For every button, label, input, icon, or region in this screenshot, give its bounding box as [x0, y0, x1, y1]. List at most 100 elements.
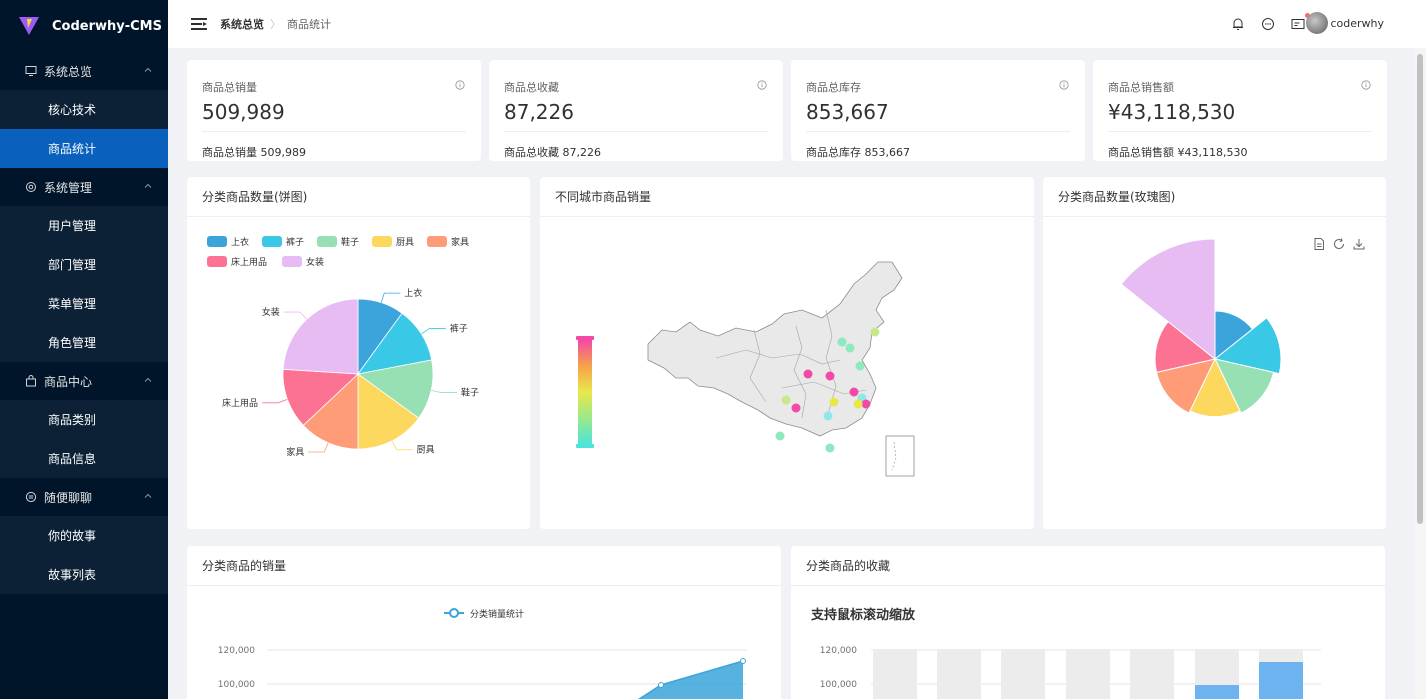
sidebar-item-departments[interactable]: 部门管理: [0, 245, 168, 284]
legend-swatch: [207, 256, 227, 267]
chevron-up-icon: [144, 183, 152, 188]
chevron-up-icon: [144, 67, 152, 72]
legend-label: 分类销量统计: [470, 608, 524, 620]
pie-slice: [282, 298, 359, 375]
scrollbar-thumb[interactable]: [1417, 54, 1423, 524]
page-scrollbar[interactable]: [1414, 48, 1426, 699]
goods-icon: [24, 374, 38, 388]
sidebar-item-categories[interactable]: 商品类别: [0, 400, 168, 439]
stat-value: ¥43,118,530: [1108, 100, 1236, 124]
sidebar-item-roles[interactable]: 角色管理: [0, 323, 168, 362]
chevron-up-icon: [144, 493, 152, 498]
menu-title-goods[interactable]: 商品中心: [0, 362, 168, 400]
sidebar-item-goods-stats[interactable]: 商品统计: [0, 129, 168, 168]
divider: [806, 131, 1070, 132]
sidebar-item-story-list[interactable]: 故事列表: [0, 555, 168, 594]
sidebar-item-label: 核心技术: [48, 103, 97, 117]
map-shape: [647, 261, 903, 437]
label-line: [380, 292, 401, 303]
menu-title-label: 商品中心: [44, 374, 93, 389]
sidebar-item-label: 用户管理: [48, 219, 97, 233]
legend-swatch: [317, 236, 337, 247]
sidebar-item-your-story[interactable]: 你的故事: [0, 516, 168, 555]
chevron-up-icon: [144, 377, 152, 382]
data-point: [658, 682, 664, 688]
china-map[interactable]: [540, 218, 1034, 528]
legend-label: 上衣: [231, 236, 249, 248]
sidebar-item-core-tech[interactable]: 核心技术: [0, 90, 168, 129]
label-line: [431, 389, 457, 393]
message-box-icon[interactable]: [1290, 13, 1310, 32]
menu-title-system[interactable]: 系统管理: [0, 168, 168, 206]
stat-title: 商品总收藏: [504, 81, 559, 94]
legend-label: 床上用品: [231, 256, 267, 268]
monitor-icon: [24, 64, 38, 78]
divider: [1108, 131, 1372, 132]
legend-item: 厨具: [372, 236, 414, 248]
panel-title: 分类商品数量(玫瑰图): [1043, 177, 1386, 217]
legend-item: 女装: [282, 256, 324, 268]
label-line: [262, 399, 288, 404]
stat-footer: 商品总库存 853,667: [806, 146, 910, 159]
logo[interactable]: Coderwhy-CMS: [0, 0, 168, 52]
menu-title-label: 系统总览: [44, 64, 93, 79]
info-icon[interactable]: [455, 80, 465, 90]
menu-title-chat[interactable]: 随便聊聊: [0, 478, 168, 516]
legend-item: 上衣: [207, 236, 249, 248]
legend-item: 裤子: [262, 236, 304, 248]
label-line: [283, 311, 307, 320]
legend-item: 床上用品: [207, 256, 267, 268]
chat-icon: [24, 490, 38, 504]
y-tick: 100,000: [820, 680, 857, 690]
sidebar-item-users[interactable]: 用户管理: [0, 206, 168, 245]
legend-label: 厨具: [396, 237, 414, 248]
sidebar-item-label: 商品类别: [48, 413, 97, 427]
info-icon[interactable]: [757, 80, 767, 90]
header-actions: [1230, 13, 1310, 32]
app-name: Coderwhy-CMS: [52, 18, 162, 34]
label-line: [308, 442, 329, 453]
sidebar-item-label: 菜单管理: [48, 297, 97, 311]
sidebar-item-label: 角色管理: [48, 336, 97, 350]
sidebar-item-label: 商品信息: [48, 452, 97, 466]
legend-swatch: [282, 256, 302, 267]
sidebar-item-label: 部门管理: [48, 258, 97, 272]
sidebar-item-goods-info[interactable]: 商品信息: [0, 439, 168, 478]
fold-menu-icon[interactable]: [190, 16, 208, 32]
slice-label: 床上用品: [222, 397, 258, 409]
slice-label: 厨具: [417, 445, 435, 456]
sales-legend: 分类销量统计: [444, 608, 524, 620]
legend-item: 鞋子: [317, 236, 359, 248]
stat-footer: 商品总销售额 ¥43,118,530: [1108, 146, 1248, 159]
username[interactable]: coderwhy: [1330, 17, 1384, 30]
breadcrumb-item[interactable]: 系统总览: [220, 16, 264, 32]
sales-line-chart: 分类销量统计 120,000 100,000: [218, 608, 747, 699]
vite-logo-icon: [19, 17, 39, 35]
bar: [1259, 662, 1303, 699]
favor-bar-chart[interactable]: 支持鼠标滚动缩放 120,000 100,000: [791, 587, 1385, 699]
avatar[interactable]: [1306, 12, 1328, 34]
sidebar-item-menus[interactable]: 菜单管理: [0, 284, 168, 323]
stat-card-inventory: 商品总库存 853,667 商品总库存 853,667: [791, 60, 1085, 161]
legend-label: 家具: [451, 236, 469, 248]
settings-icon: [24, 180, 38, 194]
bell-icon[interactable]: [1230, 16, 1246, 32]
menu-group-system: 系统管理 用户管理 部门管理 菜单管理 角色管理: [0, 168, 168, 362]
info-icon[interactable]: [1059, 80, 1069, 90]
info-icon[interactable]: [1361, 80, 1371, 90]
rose-slices: [1120, 238, 1282, 418]
panel-title: 分类商品的收藏: [791, 546, 1385, 586]
legend-item: 家具: [427, 236, 469, 248]
divider: [202, 131, 466, 132]
sidebar-item-label: 故事列表: [48, 568, 97, 582]
breadcrumb-current: 商品统计: [287, 18, 331, 31]
menu-group-overview: 系统总览 核心技术 商品统计: [0, 52, 168, 168]
menu-title-overview[interactable]: 系统总览: [0, 52, 168, 90]
stat-value: 853,667: [806, 100, 889, 124]
app-root: Coderwhy-CMS 系统总览 核心技术 商品统计 系统管理 用户管理 部门…: [0, 0, 1426, 699]
panel-sales: 分类商品的销量 分类销量统计 120,000 100,000: [187, 546, 781, 699]
chat-bubble-icon[interactable]: [1260, 16, 1276, 32]
bar: [1195, 685, 1239, 699]
y-tick: 120,000: [820, 646, 857, 656]
panel-title: 分类商品数量(饼图): [187, 177, 530, 217]
